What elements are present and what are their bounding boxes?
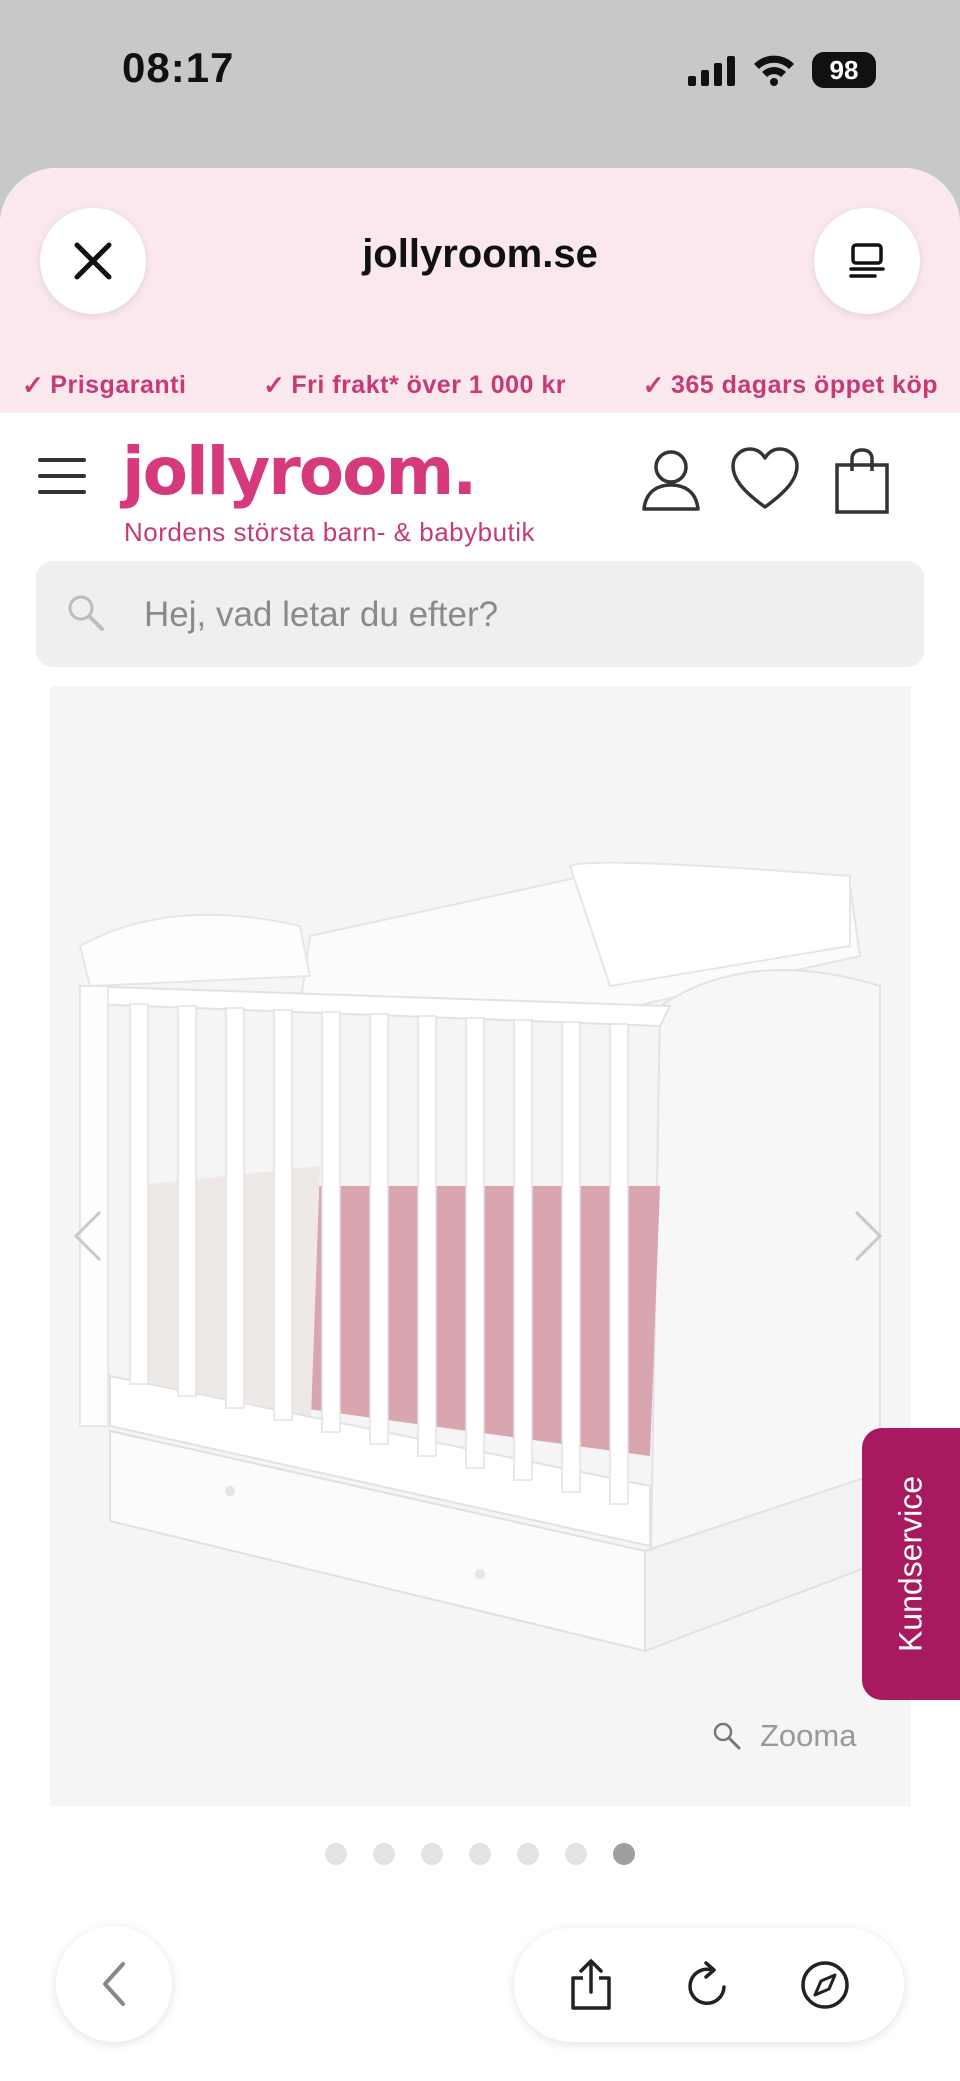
usp-bar: ✓ Prisgaranti ✓ Fri frakt* över 1 000 kr… xyxy=(0,360,960,410)
search-bar xyxy=(36,561,924,669)
status-time: 08:17 xyxy=(122,44,235,91)
next-image-icon[interactable] xyxy=(850,1206,886,1266)
wifi-icon xyxy=(754,55,794,86)
search-icon xyxy=(68,595,104,631)
tabs-icon xyxy=(849,243,885,278)
product-image-gallery[interactable]: Zooma xyxy=(50,686,911,1806)
product-image xyxy=(78,861,881,1653)
tab-overview-button[interactable] xyxy=(814,208,920,314)
pagination-dot[interactable] xyxy=(325,1843,347,1865)
previous-image-icon[interactable] xyxy=(70,1206,106,1266)
reload-icon[interactable] xyxy=(682,1959,732,2011)
zoom-label: Zooma xyxy=(760,1718,857,1753)
magnifier-icon xyxy=(713,1722,741,1750)
status-bar: 08:17 98 xyxy=(0,0,960,150)
pagination-dot[interactable] xyxy=(517,1843,539,1865)
search-input[interactable] xyxy=(142,561,906,669)
pagination-dot-active[interactable] xyxy=(613,1843,635,1865)
browser-sheet: jollyroom.se ✓ Prisgaranti ✓ Fri frakt* … xyxy=(0,168,960,2081)
usp-item: ✓ Prisgaranti xyxy=(22,360,186,410)
pagination-dot[interactable] xyxy=(469,1843,491,1865)
back-button[interactable] xyxy=(56,1926,172,2042)
compass-icon[interactable] xyxy=(799,1959,851,2011)
chevron-left-icon xyxy=(103,1962,125,2006)
browser-header: jollyroom.se ✓ Prisgaranti ✓ Fri frakt* … xyxy=(0,168,960,413)
heart-icon[interactable] xyxy=(730,447,800,511)
usp-item: ✓ 365 dagars öppet köp xyxy=(643,360,938,410)
pagination-dot[interactable] xyxy=(373,1843,395,1865)
check-icon: ✓ xyxy=(642,369,665,400)
gallery-pagination xyxy=(0,1843,960,1865)
site-tagline: Nordens största barn- & babybutik xyxy=(124,517,536,547)
toolbar-actions xyxy=(514,1928,904,2042)
site-header: jollyroom. Nordens största barn- & babyb… xyxy=(0,413,960,553)
customer-service-tab[interactable]: Kundservice xyxy=(862,1428,960,1700)
cart-icon[interactable] xyxy=(834,447,890,515)
usp-label: 365 dagars öppet köp xyxy=(670,370,938,399)
usp-item: ✓ Fri frakt* över 1 000 kr xyxy=(263,360,566,410)
pagination-dot[interactable] xyxy=(565,1843,587,1865)
share-icon[interactable] xyxy=(567,1958,615,2012)
cellular-signal-icon xyxy=(688,56,735,86)
zoom-button[interactable]: Zooma xyxy=(712,1718,856,1754)
usp-label: Fri frakt* över 1 000 kr xyxy=(291,370,567,399)
check-icon: ✓ xyxy=(263,369,286,400)
browser-toolbar xyxy=(0,1898,960,2081)
customer-service-label: Kundservice xyxy=(892,1475,929,1653)
pagination-dot[interactable] xyxy=(421,1843,443,1865)
battery-indicator: 98 xyxy=(812,52,876,88)
usp-label: Prisgaranti xyxy=(50,370,187,399)
site-logo[interactable]: jollyroom. xyxy=(122,433,477,510)
account-icon[interactable] xyxy=(640,447,702,513)
check-icon: ✓ xyxy=(22,369,45,400)
menu-icon[interactable] xyxy=(38,458,86,506)
